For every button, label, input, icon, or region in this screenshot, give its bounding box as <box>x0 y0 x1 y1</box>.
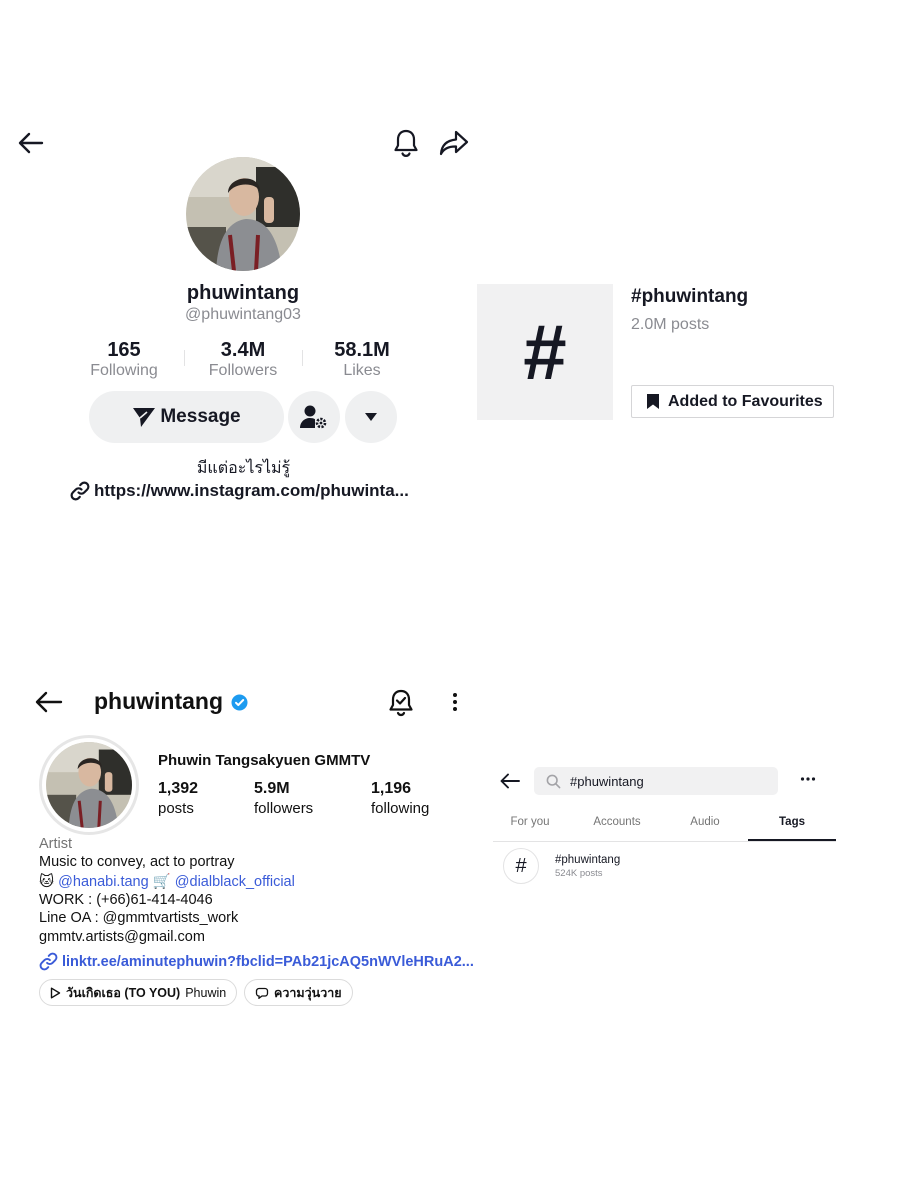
threads-icon <box>255 987 269 999</box>
hashtag-post-count: 2.0M posts <box>631 316 710 333</box>
ig-bio-line-oa: Line OA : @gmmtvartists_work <box>39 910 239 926</box>
mention-link[interactable]: @hanabi.tang <box>58 874 149 890</box>
added-to-favourites-button[interactable]: Added to Favourites <box>631 385 834 418</box>
search-icon <box>546 774 561 788</box>
send-icon <box>133 408 156 427</box>
bell-check-icon <box>389 689 413 717</box>
cart-emoji: 🛒 <box>152 874 171 890</box>
music-chip[interactable]: วันเกิดเธอ (TO YOU) Phuwin <box>39 979 238 1006</box>
instagram-full-name: Phuwin Tangsakyuen GMMTV <box>158 752 371 769</box>
tabs-divider <box>493 841 836 842</box>
more-vertical-icon <box>453 693 457 711</box>
back-arrow-icon <box>500 773 520 789</box>
search-more-button[interactable] <box>800 776 816 782</box>
ig-bio-line: Music to convey, act to portray <box>39 854 235 870</box>
instagram-back-button[interactable] <box>35 691 63 713</box>
message-button[interactable]: Message <box>89 391 284 443</box>
result-post-count: 524K posts <box>555 868 603 879</box>
favourite-label: Added to Favourites <box>668 392 823 410</box>
stat-label: following <box>371 800 430 817</box>
music-title: วันเกิดเธอ (TO YOU) <box>66 985 181 1000</box>
hashtag-thumbnail: # <box>477 284 613 420</box>
ig-stat-following[interactable]: 1,196 following <box>371 779 429 819</box>
ig-bio-mentions: 🐱 @hanabi.tang 🛒 @dialblack_official <box>39 873 295 890</box>
search-input[interactable]: #phuwintang <box>534 767 778 795</box>
tab-for-you[interactable]: For you <box>493 816 567 828</box>
tiktok-handle: @phuwintang03 <box>185 306 301 323</box>
instagram-notification-button[interactable] <box>388 689 414 717</box>
hashtag-title: #phuwintang <box>631 286 749 307</box>
tiktok-back-button[interactable] <box>18 131 44 155</box>
link-icon <box>70 481 90 501</box>
search-back-button[interactable] <box>500 773 520 789</box>
link-icon <box>39 952 58 971</box>
tiktok-avatar[interactable] <box>186 157 300 271</box>
instagram-bio-link[interactable]: linktr.ee/aminutephuwin?fbclid=PAb21jcAQ… <box>39 952 474 971</box>
more-options-dropdown[interactable] <box>345 391 397 443</box>
stat-value: 5.9M <box>254 780 290 797</box>
more-horizontal-icon <box>800 777 816 781</box>
tiktok-username: phuwintang <box>186 282 300 304</box>
tiktok-bio-link[interactable]: https://www.instagram.com/phuwinta... <box>70 481 409 501</box>
ig-stat-followers[interactable]: 5.9M followers <box>254 779 313 819</box>
play-icon <box>50 987 61 998</box>
ig-bio-email: gmmtv.artists@gmail.com <box>39 929 205 945</box>
instagram-avatar[interactable] <box>39 735 139 835</box>
back-arrow-icon <box>18 132 44 154</box>
tiktok-link-text: https://www.instagram.com/phuwinta... <box>94 481 409 500</box>
stat-followers[interactable]: 3.4M Followers <box>188 338 298 380</box>
instagram-category: Artist <box>39 836 73 852</box>
message-label: Message <box>160 406 241 427</box>
add-user-settings-icon <box>300 405 327 429</box>
bookmark-icon <box>647 394 659 409</box>
stat-label: Following <box>90 362 158 379</box>
stat-value: 1,196 <box>371 780 412 797</box>
search-query: #phuwintang <box>570 773 644 789</box>
ig-stat-posts[interactable]: 1,392 posts <box>158 779 198 819</box>
music-artist: Phuwin <box>185 985 227 1000</box>
tab-accounts[interactable]: Accounts <box>578 816 656 828</box>
tab-audio[interactable]: Audio <box>669 816 741 828</box>
cat-emoji: 🐱 <box>39 874 55 890</box>
tab-tags[interactable]: Tags <box>748 816 836 828</box>
hashtag-icon: # <box>523 308 567 396</box>
verified-badge-icon <box>231 694 248 711</box>
threads-label: ความวุ่นวาย <box>274 985 342 1000</box>
threads-chip[interactable]: ความวุ่นวาย <box>244 979 353 1006</box>
mention-link[interactable]: @dialblack_official <box>175 874 295 890</box>
back-arrow-icon <box>35 691 63 713</box>
result-hashtag-title[interactable]: #phuwintang <box>555 854 620 866</box>
instagram-username: phuwintang <box>94 688 224 714</box>
stat-value: 3.4M <box>220 339 266 361</box>
caret-down-icon <box>365 413 377 421</box>
share-icon <box>439 130 469 156</box>
notification-bell-button[interactable] <box>393 128 419 158</box>
stat-label: Followers <box>208 362 278 379</box>
stat-label: posts <box>158 800 194 817</box>
share-button[interactable] <box>439 130 469 156</box>
bell-icon <box>394 129 418 158</box>
tiktok-bio: มีแต่อะไรไม่รู้ <box>196 460 291 477</box>
follow-settings-button[interactable] <box>288 391 340 443</box>
stat-label: Likes <box>343 362 381 379</box>
stat-value: 165 <box>107 339 141 361</box>
instagram-more-button[interactable] <box>451 692 459 712</box>
ig-bio-work: WORK : (+66)61-414-4046 <box>39 892 213 908</box>
stat-divider <box>184 350 185 366</box>
instagram-link-text: linktr.ee/aminutephuwin?fbclid=PAb21jcAQ… <box>62 953 474 970</box>
stat-divider <box>302 350 303 366</box>
active-tab-indicator <box>748 839 836 841</box>
stat-following[interactable]: 165 Following <box>69 338 179 380</box>
stat-value: 58.1M <box>334 339 390 361</box>
stat-value: 1,392 <box>158 780 199 797</box>
result-hashtag-icon[interactable]: # <box>503 848 539 884</box>
stat-label: followers <box>254 800 314 817</box>
stat-likes[interactable]: 58.1M Likes <box>307 338 417 380</box>
